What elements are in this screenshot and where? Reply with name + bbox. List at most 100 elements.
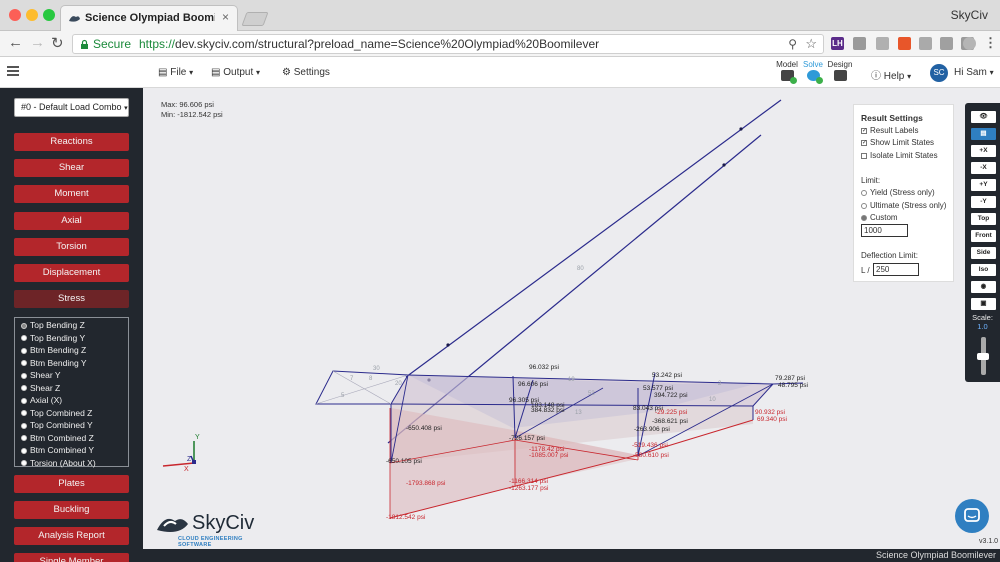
- camera-icon[interactable]: ◉: [971, 281, 996, 293]
- sidebar-button-axial[interactable]: Axial: [14, 212, 129, 230]
- stress-value-label: 53.577 psi: [643, 385, 673, 392]
- zoom-icon[interactable]: ⚲: [788, 35, 797, 53]
- sidebar-button-shear[interactable]: Shear: [14, 159, 129, 177]
- url-text: https://dev.skyciv.com/structural?preloa…: [139, 37, 600, 51]
- logo-subtitle: CLOUD ENGINEERING SOFTWARE: [178, 536, 243, 548]
- lh-extension-icon[interactable]: LH: [831, 37, 844, 50]
- forward-arrow-icon[interactable]: →: [30, 34, 45, 51]
- sidebar-button-analysis-report[interactable]: Analysis Report: [14, 527, 129, 545]
- custom-limit-input[interactable]: 1000: [861, 224, 908, 237]
- chart-icon[interactable]: ▤: [971, 128, 996, 140]
- truss-bracing[interactable]: [332, 370, 392, 405]
- stress-option-torsion-about-x[interactable]: Torsion (About X): [21, 458, 96, 468]
- calendar-extension-icon[interactable]: [919, 37, 932, 50]
- radio-empty-icon: [21, 347, 27, 354]
- file-menu[interactable]: ▤ File ▾: [158, 67, 193, 78]
- show-limit-states-checkbox[interactable]: ✓ Show Limit States: [861, 138, 934, 147]
- settings-menu[interactable]: ⚙ Settings: [282, 67, 330, 78]
- model-mode-button[interactable]: Model: [774, 60, 800, 84]
- url-bar[interactable]: Secure https://dev.skyciv.com/structural…: [72, 34, 824, 54]
- view-iso-button[interactable]: Iso: [971, 264, 996, 276]
- sidebar-button-moment[interactable]: Moment: [14, 185, 129, 203]
- stress-option-top-bending-z[interactable]: Top Bending Z: [21, 320, 85, 330]
- circle-extension-icon[interactable]: [963, 37, 976, 50]
- stress-option-btm-combined-z[interactable]: Btm Combined Z: [21, 433, 94, 443]
- stress-option-btm-bending-y[interactable]: Btm Bending Y: [21, 358, 87, 368]
- hamburger-menu-icon[interactable]: [7, 66, 19, 78]
- reload-icon[interactable]: ↻: [51, 34, 64, 52]
- view-top-button[interactable]: Top: [971, 213, 996, 225]
- tab-title: Science Olympiad Boomilever: [85, 12, 215, 24]
- member-id-label: 7: [350, 376, 354, 382]
- output-menu[interactable]: ▤ Output ▾: [211, 67, 260, 78]
- stress-option-shear-z[interactable]: Shear Z: [21, 383, 60, 393]
- stress-option-axial-x[interactable]: Axial (X): [21, 395, 62, 405]
- grid-extension-icon[interactable]: [940, 37, 953, 50]
- grey-circle-extension-icon[interactable]: [853, 37, 866, 50]
- user-menu[interactable]: Hi Sam ▾: [954, 67, 994, 78]
- stress-option-top-bending-y[interactable]: Top Bending Y: [21, 333, 85, 343]
- member-id-label: 10: [709, 397, 716, 403]
- gear-extension-icon[interactable]: [876, 37, 889, 50]
- node[interactable]: [446, 343, 450, 347]
- stress-option-top-combined-y[interactable]: Top Combined Y: [21, 420, 93, 430]
- view-minus-y-button[interactable]: -Y: [971, 196, 996, 208]
- user-avatar[interactable]: SC: [930, 64, 948, 82]
- new-tab-button[interactable]: [241, 12, 269, 26]
- maximize-window-button[interactable]: [43, 9, 55, 21]
- sidebar-button-reactions[interactable]: Reactions: [14, 133, 129, 151]
- stress-value-label: -650.408 psi: [406, 425, 442, 432]
- stress-option-top-combined-z[interactable]: Top Combined Z: [21, 408, 92, 418]
- minimize-window-button[interactable]: [26, 9, 38, 21]
- radio-selected-icon: [21, 322, 27, 329]
- tab-close-icon[interactable]: ×: [222, 10, 229, 24]
- stress-value-label: 53.242 psi: [652, 372, 682, 379]
- stress-option-btm-bending-z[interactable]: Btm Bending Z: [21, 345, 86, 355]
- design-mode-button[interactable]: Design: [827, 60, 853, 81]
- sidebar-button-buckling[interactable]: Buckling: [14, 501, 129, 519]
- yield-radio[interactable]: Yield (Stress only): [861, 188, 935, 197]
- node[interactable]: [722, 163, 726, 167]
- ultimate-radio[interactable]: Ultimate (Stress only): [861, 201, 946, 210]
- chevron-down-icon: ▾: [989, 68, 994, 77]
- isolate-limit-states-checkbox[interactable]: Isolate Limit States: [861, 151, 938, 160]
- sidebar-button-stress[interactable]: Stress: [14, 290, 129, 308]
- deflection-limit-input[interactable]: 250: [873, 263, 919, 276]
- skyciv-favicon-icon: [69, 16, 80, 22]
- close-window-button[interactable]: [9, 9, 21, 21]
- sidebar-button-single-member[interactable]: Single Member: [14, 553, 129, 562]
- lock-icon: [81, 39, 88, 49]
- result-labels-checkbox[interactable]: ✓ Result Labels: [861, 126, 918, 135]
- view-side-button[interactable]: Side: [971, 247, 996, 259]
- browser-tab[interactable]: Science Olympiad Boomilever ×: [60, 5, 238, 31]
- stress-option-btm-combined-y[interactable]: Btm Combined Y: [21, 445, 94, 455]
- member-id-label: 8: [369, 376, 373, 382]
- cube-icon[interactable]: ▣: [971, 298, 996, 310]
- load-combo-select[interactable]: #0 - Default Load Combo ▾: [14, 98, 129, 117]
- radio-empty-icon: [21, 372, 27, 379]
- skyciv-logo-icon: [157, 518, 188, 532]
- y-axis-label: Y: [195, 434, 200, 441]
- sidebar-button-torsion[interactable]: Torsion: [14, 238, 129, 256]
- solve-mode-button[interactable]: Solve: [800, 60, 826, 84]
- stress-option-shear-y[interactable]: Shear Y: [21, 370, 61, 380]
- sidebar-button-displacement[interactable]: Displacement: [14, 264, 129, 282]
- view-minus-x-button[interactable]: -X: [971, 162, 996, 174]
- member-id-label: 80: [577, 266, 584, 272]
- back-arrow-icon[interactable]: ←: [8, 34, 23, 51]
- view-plus-x-button[interactable]: +X: [971, 145, 996, 157]
- view-front-button[interactable]: Front: [971, 230, 996, 242]
- custom-radio[interactable]: Custom: [861, 213, 898, 222]
- eye-icon[interactable]: 👁: [971, 111, 996, 123]
- sidebar-button-plates[interactable]: Plates: [14, 475, 129, 493]
- node[interactable]: [739, 127, 743, 131]
- fox-extension-icon[interactable]: [898, 37, 911, 50]
- view-plus-y-button[interactable]: +Y: [971, 179, 996, 191]
- browser-menu-icon[interactable]: ⋮: [984, 35, 997, 51]
- help-menu[interactable]: ⓘ Help ▾: [871, 67, 911, 82]
- scale-slider-handle[interactable]: [977, 353, 989, 360]
- bookmark-star-icon[interactable]: ☆: [805, 35, 817, 53]
- chat-button[interactable]: [955, 499, 989, 533]
- boom-arm-upper[interactable]: [405, 99, 782, 378]
- stress-value-label: 90.932 psi: [755, 409, 785, 416]
